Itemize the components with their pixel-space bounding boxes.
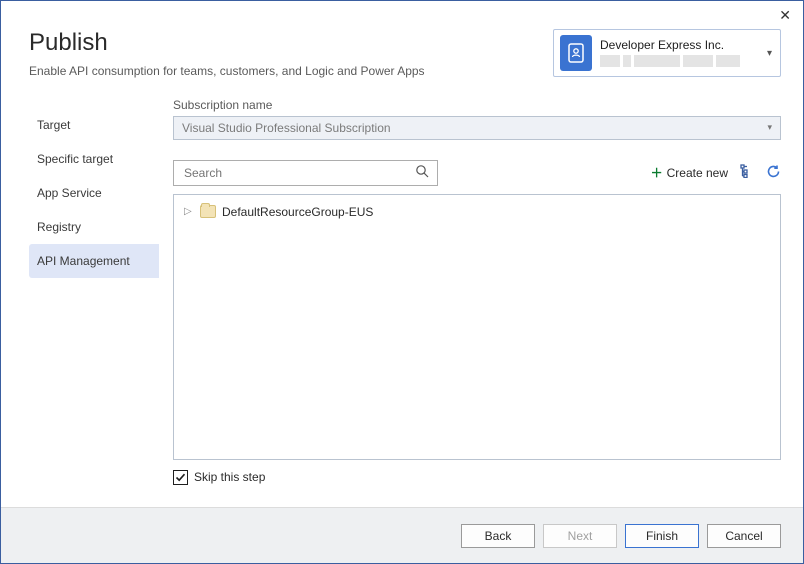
chevron-down-icon: ▾ bbox=[767, 122, 772, 133]
skip-step-label: Skip this step bbox=[194, 470, 265, 484]
subscription-combo[interactable]: Visual Studio Professional Subscription … bbox=[173, 116, 781, 140]
back-button[interactable]: Back bbox=[461, 524, 535, 548]
cancel-button[interactable]: Cancel bbox=[707, 524, 781, 548]
tree-view-icon[interactable] bbox=[740, 164, 754, 181]
refresh-icon[interactable] bbox=[766, 164, 781, 182]
account-selector[interactable]: Developer Express Inc. ▾ bbox=[553, 29, 781, 77]
folder-icon bbox=[200, 205, 216, 218]
search-input[interactable] bbox=[182, 165, 415, 181]
subscription-label: Subscription name bbox=[173, 98, 781, 112]
tree-item-label: DefaultResourceGroup-EUS bbox=[222, 205, 373, 219]
resource-tree[interactable]: ▷ DefaultResourceGroup-EUS bbox=[173, 194, 781, 460]
tree-item[interactable]: ▷ DefaultResourceGroup-EUS bbox=[184, 203, 770, 221]
sidebar-item-registry[interactable]: Registry bbox=[29, 210, 159, 244]
search-icon bbox=[415, 164, 429, 181]
create-new-button[interactable]: ＋ Create new bbox=[651, 164, 728, 181]
skip-step-checkbox[interactable] bbox=[173, 470, 188, 485]
expand-icon[interactable]: ▷ bbox=[184, 206, 194, 217]
account-subline bbox=[600, 55, 757, 67]
account-name: Developer Express Inc. bbox=[600, 39, 757, 52]
account-badge-icon bbox=[560, 35, 592, 71]
sidebar-item-app-service[interactable]: App Service bbox=[29, 176, 159, 210]
next-button: Next bbox=[543, 524, 617, 548]
sidebar-item-target[interactable]: Target bbox=[29, 108, 159, 142]
search-input-wrapper[interactable] bbox=[173, 160, 438, 186]
wizard-steps-sidebar: Target Specific target App Service Regis… bbox=[29, 98, 159, 460]
sidebar-item-specific-target[interactable]: Specific target bbox=[29, 142, 159, 176]
header: Publish Enable API consumption for teams… bbox=[1, 1, 803, 80]
main-panel: Subscription name Visual Studio Professi… bbox=[173, 98, 781, 460]
account-info: Developer Express Inc. bbox=[600, 39, 757, 66]
chevron-down-icon[interactable]: ▾ bbox=[765, 48, 774, 59]
plus-icon: ＋ bbox=[651, 164, 663, 181]
sidebar-item-api-management[interactable]: API Management bbox=[29, 244, 159, 278]
subscription-value: Visual Studio Professional Subscription bbox=[182, 121, 391, 135]
create-new-label: Create new bbox=[667, 166, 728, 180]
page-subtitle: Enable API consumption for teams, custom… bbox=[29, 63, 449, 80]
finish-button[interactable]: Finish bbox=[625, 524, 699, 548]
dialog-footer: Back Next Finish Cancel bbox=[1, 507, 803, 563]
